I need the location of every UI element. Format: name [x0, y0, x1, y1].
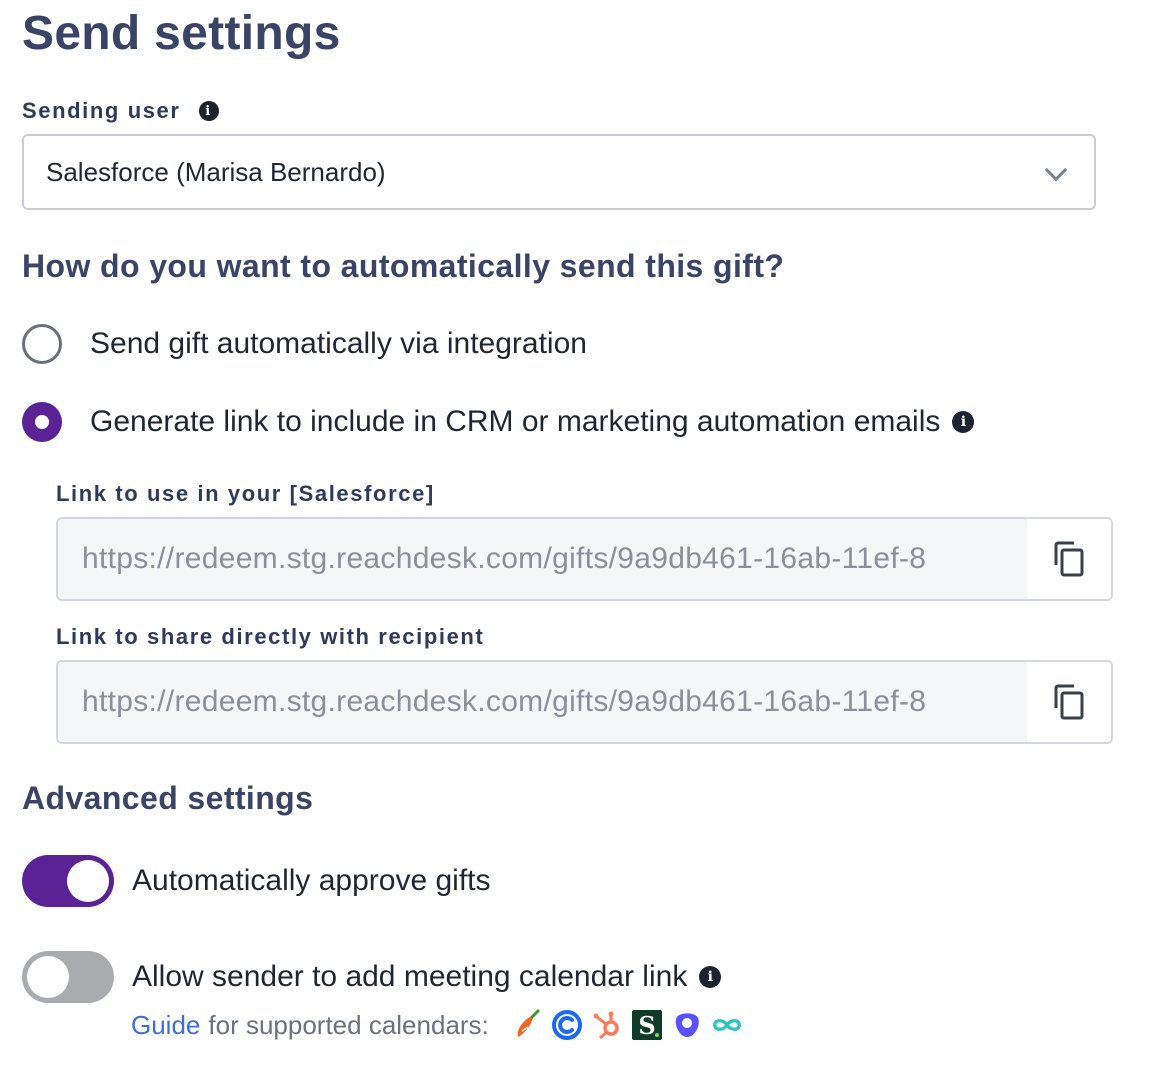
auto-approve-label: Automatically approve gifts — [132, 864, 491, 897]
calendar-link-toggle[interactable] — [22, 951, 114, 1003]
sending-user-label: Sending user — [22, 98, 181, 123]
send-method-question: How do you want to automatically send th… — [22, 248, 785, 284]
radio-label-integration: Send gift automatically via integration — [90, 327, 587, 360]
guide-text: for supported calendars: — [208, 1009, 489, 1040]
chevron-down-icon — [1044, 158, 1068, 182]
radio-option-generate-link[interactable]: Generate link to include in CRM or marke… — [22, 402, 975, 442]
radio-option-integration[interactable]: Send gift automatically via integration — [22, 324, 587, 364]
page-title: Send settings — [22, 7, 341, 60]
copy-crm-link-button[interactable] — [1027, 519, 1111, 599]
advanced-settings-title: Advanced settings — [22, 780, 314, 816]
hubspot-icon — [591, 1009, 623, 1041]
crm-link-field[interactable]: https://redeem.stg.reachdesk.com/gifts/9… — [56, 517, 1113, 601]
calendar-link-label: Allow sender to add meeting calendar lin… — [132, 960, 688, 993]
auto-approve-row: Automatically approve gifts — [22, 855, 491, 907]
infinity-icon — [711, 1009, 743, 1041]
crm-link-value[interactable]: https://redeem.stg.reachdesk.com/gifts/9… — [58, 519, 1027, 599]
sending-user-label-row: Sending user i — [22, 98, 219, 124]
calendar-icons: S — [511, 1009, 743, 1041]
sending-user-select[interactable]: Salesforce (Marisa Bernardo) — [22, 134, 1096, 210]
salesloft-icon: S — [631, 1009, 663, 1041]
chilipiper-icon — [511, 1009, 543, 1041]
recipient-link-label: Link to share directly with recipient — [56, 624, 485, 649]
crm-link-label: Link to use in your [Salesforce] — [56, 481, 435, 506]
toggle-knob — [27, 956, 69, 998]
info-icon[interactable]: i — [699, 966, 722, 988]
recipient-link-field[interactable]: https://redeem.stg.reachdesk.com/gifts/9… — [56, 660, 1113, 744]
outreach-icon — [671, 1009, 703, 1041]
info-icon[interactable]: i — [952, 411, 975, 433]
auto-approve-toggle[interactable] — [22, 855, 114, 907]
copy-icon — [1054, 541, 1084, 577]
toggle-knob — [67, 860, 109, 902]
guide-link[interactable]: Guide — [131, 1010, 200, 1041]
copy-recipient-link-button[interactable] — [1027, 662, 1111, 742]
info-icon[interactable]: i — [198, 101, 219, 121]
recipient-link-value[interactable]: https://redeem.stg.reachdesk.com/gifts/9… — [58, 662, 1027, 742]
guide-line: Guide for supported calendars: S — [131, 1009, 743, 1041]
copy-icon — [1054, 684, 1084, 720]
sending-user-value: Salesforce (Marisa Bernardo) — [46, 156, 386, 187]
calendly-icon — [551, 1009, 583, 1041]
radio-button-integration[interactable] — [22, 324, 62, 364]
radio-button-generate-link[interactable] — [22, 402, 62, 442]
calendar-link-row: Allow sender to add meeting calendar lin… — [22, 951, 722, 1003]
radio-label-generate-link: Generate link to include in CRM or marke… — [90, 405, 941, 438]
svg-text:S: S — [638, 1011, 655, 1040]
